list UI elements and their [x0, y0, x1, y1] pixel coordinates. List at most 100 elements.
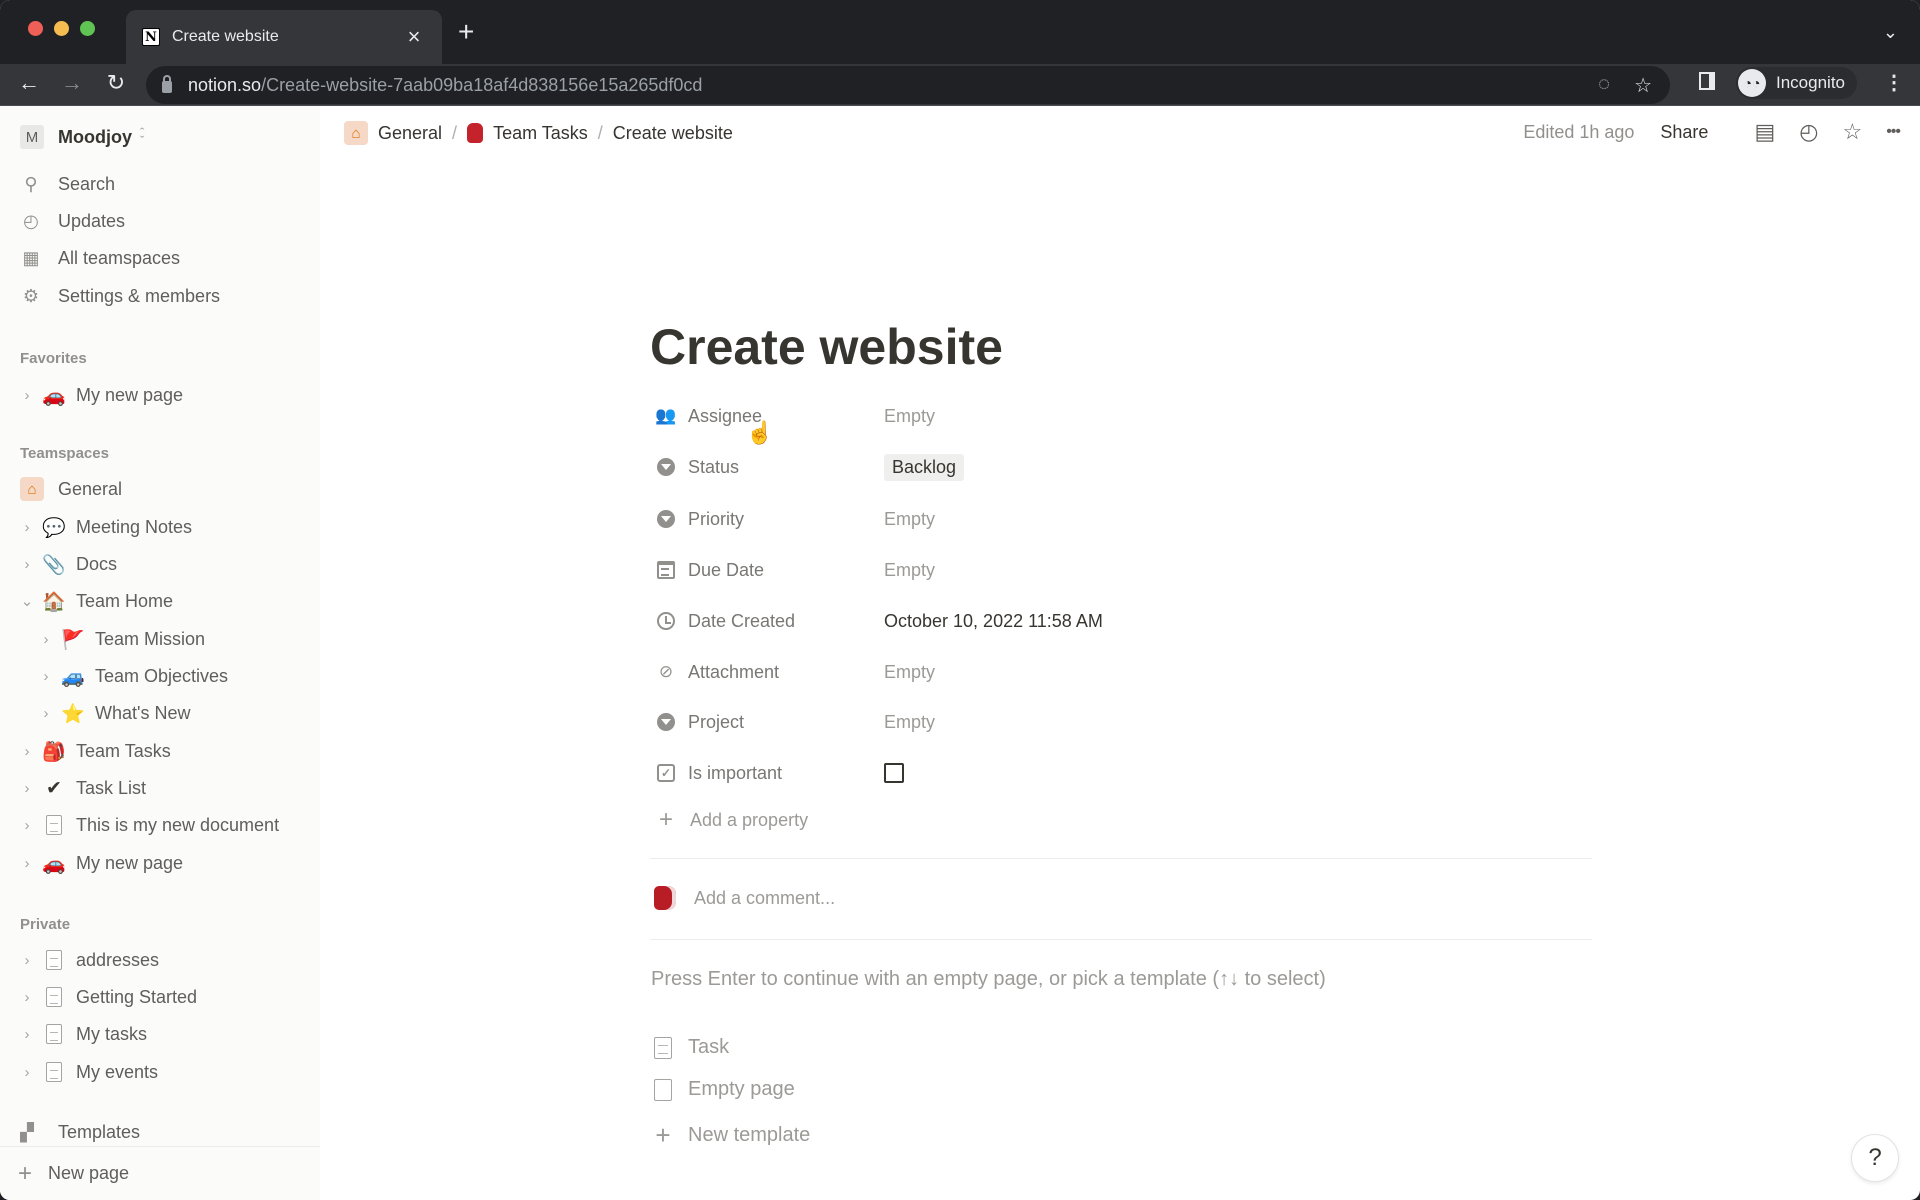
is-important-checkbox[interactable] — [884, 763, 904, 783]
sidebar-item-all-teamspaces[interactable]: ▦ All teamspaces — [20, 242, 180, 274]
property-label[interactable]: Date Created — [688, 611, 884, 632]
property-label[interactable]: Due Date — [688, 560, 884, 581]
favorite-star-icon[interactable]: ☆ — [1842, 119, 1862, 145]
property-label[interactable]: Priority — [688, 509, 884, 530]
minimize-window-button[interactable] — [54, 21, 69, 36]
property-label[interactable]: Status — [688, 457, 884, 478]
new-template-button[interactable]: + New template — [654, 1120, 810, 1151]
expand-chevron-icon[interactable]: › — [20, 952, 34, 969]
expand-chevron-icon[interactable]: › — [20, 1064, 34, 1081]
expand-chevron-icon[interactable]: › — [20, 780, 34, 797]
property-label[interactable]: Assignee — [688, 406, 884, 427]
status-badge[interactable]: Backlog — [884, 453, 965, 481]
address-bar[interactable]: notion.so/Create-website-7aab09ba18af4d8… — [146, 66, 1670, 104]
expand-chevron-icon[interactable]: › — [20, 743, 34, 760]
breadcrumb-general[interactable]: ⌂ General — [344, 121, 442, 145]
expand-chevron-icon[interactable]: › — [20, 387, 34, 404]
collapse-chevron-icon[interactable]: ⌄ — [20, 592, 34, 610]
property-value[interactable]: Empty — [884, 662, 935, 683]
close-tab-icon[interactable]: × — [402, 24, 426, 50]
expand-chevron-icon[interactable]: › — [20, 519, 34, 536]
property-due-date[interactable]: Due Date Empty — [656, 552, 1556, 588]
private-heading[interactable]: Private — [20, 916, 70, 933]
page-label: What's New — [95, 702, 191, 723]
incognito-profile-button[interactable]: ◔◔ Incognito — [1736, 67, 1857, 99]
property-project[interactable]: Project Empty — [656, 704, 1556, 740]
property-assignee[interactable]: 👥 Assignee Empty — [655, 398, 1556, 434]
comments-icon[interactable]: ▤ — [1754, 119, 1775, 145]
sidebar-page[interactable]: › 🚙 Team Objectives — [39, 660, 229, 692]
sidebar-page[interactable]: › 💬 Meeting Notes — [20, 511, 193, 543]
expand-chevron-icon[interactable]: › — [39, 705, 53, 722]
sidebar-page[interactable]: › 🚗 My new page — [20, 379, 184, 411]
sidebar-page[interactable]: › 📎 Docs — [20, 548, 118, 580]
property-value[interactable]: Empty — [884, 406, 935, 427]
breadcrumb-current[interactable]: Create website — [613, 123, 733, 144]
maximize-window-button[interactable] — [80, 21, 95, 36]
browser-menu-icon[interactable]: ⋮ — [1884, 70, 1904, 95]
sidebar-page[interactable]: › This is my new document — [20, 809, 279, 841]
workspace-switcher[interactable]: M Moodjoy ˆˇ — [20, 125, 144, 149]
new-tab-button[interactable]: + — [458, 18, 474, 46]
property-date-created[interactable]: Date Created October 10, 2022 11:58 AM — [656, 603, 1556, 639]
property-label[interactable]: Project — [688, 712, 884, 733]
sidebar-page[interactable]: ⌄ 🏠 Team Home — [20, 585, 173, 617]
share-button[interactable]: Share — [1660, 122, 1708, 143]
expand-chevron-icon[interactable]: › — [20, 817, 34, 834]
new-page-button[interactable]: + New page — [0, 1146, 320, 1200]
sidebar-page[interactable]: › 🚗 My new page — [20, 847, 184, 879]
breadcrumb-team-tasks[interactable]: Team Tasks — [467, 123, 588, 144]
workspace-name: Moodjoy — [58, 126, 132, 147]
sidebar-page[interactable]: › ✔ Task List — [20, 772, 147, 804]
browser-tab[interactable]: N Create website × — [126, 10, 442, 64]
expand-chevron-icon[interactable]: › — [20, 855, 34, 872]
sidebar-page[interactable]: › Getting Started — [20, 981, 197, 1013]
sidebar-templates[interactable]: ▞ Templates — [20, 1122, 140, 1144]
sidebar-item-settings[interactable]: ⚙ Settings & members — [20, 280, 220, 312]
sidebar-page[interactable]: › My tasks — [20, 1018, 147, 1050]
sidebar-item-search[interactable]: ⚲ Search — [20, 168, 115, 200]
help-button[interactable]: ? — [1851, 1134, 1899, 1182]
sidebar-page[interactable]: › 🎒 Team Tasks — [20, 735, 171, 767]
expand-chevron-icon[interactable]: › — [39, 668, 53, 685]
reload-button[interactable]: ↻ — [101, 70, 131, 96]
property-attachment[interactable]: ⊘ Attachment Empty — [656, 654, 1556, 690]
tab-search-chevron-icon[interactable]: ⌄ — [1883, 22, 1898, 43]
property-label[interactable]: Attachment — [688, 662, 884, 683]
people-icon: 👥 — [655, 406, 677, 425]
sidebar-page[interactable]: › addresses — [20, 944, 159, 976]
teamspace-general[interactable]: ⌂ General — [20, 473, 122, 505]
add-property-button[interactable]: + Add a property — [656, 806, 808, 834]
history-clock-icon[interactable]: ◴ — [1799, 119, 1818, 145]
back-button[interactable]: ← — [14, 70, 44, 96]
property-label[interactable]: Is important — [688, 763, 884, 784]
property-value[interactable]: Empty — [884, 560, 935, 581]
select-icon — [656, 457, 676, 477]
expand-chevron-icon[interactable]: › — [20, 989, 34, 1006]
template-option-task[interactable]: Task — [654, 1036, 729, 1059]
favorites-heading[interactable]: Favorites — [20, 350, 87, 367]
sidebar-page[interactable]: › My events — [20, 1056, 158, 1088]
property-is-important[interactable]: ✓ Is important — [656, 755, 1556, 791]
template-option-empty-page[interactable]: Empty page — [654, 1078, 795, 1101]
comment-input[interactable]: Add a comment... — [694, 888, 835, 909]
property-value[interactable]: Empty — [884, 712, 935, 733]
expand-chevron-icon[interactable]: › — [20, 1026, 34, 1043]
forward-button[interactable]: → — [57, 70, 87, 96]
teamspaces-heading[interactable]: Teamspaces — [20, 445, 109, 462]
side-panel-icon[interactable] — [1699, 72, 1715, 90]
more-options-icon[interactable]: ••• — [1886, 123, 1901, 141]
document-icon — [46, 815, 62, 835]
sidebar-item-updates[interactable]: ◴ Updates — [20, 205, 125, 237]
eye-off-icon[interactable]: ◌ — [1598, 73, 1610, 96]
sidebar-page[interactable]: › 🚩 Team Mission — [39, 623, 206, 655]
close-window-button[interactable] — [28, 21, 43, 36]
bookmark-star-icon[interactable]: ☆ — [1634, 73, 1652, 98]
expand-chevron-icon[interactable]: › — [20, 556, 34, 573]
property-value[interactable]: Empty — [884, 509, 935, 530]
property-priority[interactable]: Priority Empty — [656, 501, 1556, 537]
property-status[interactable]: Status Backlog — [656, 449, 1556, 485]
page-title[interactable]: Create website — [650, 318, 1003, 376]
sidebar-page[interactable]: › ⭐ What's New — [39, 697, 191, 729]
expand-chevron-icon[interactable]: › — [39, 631, 53, 648]
